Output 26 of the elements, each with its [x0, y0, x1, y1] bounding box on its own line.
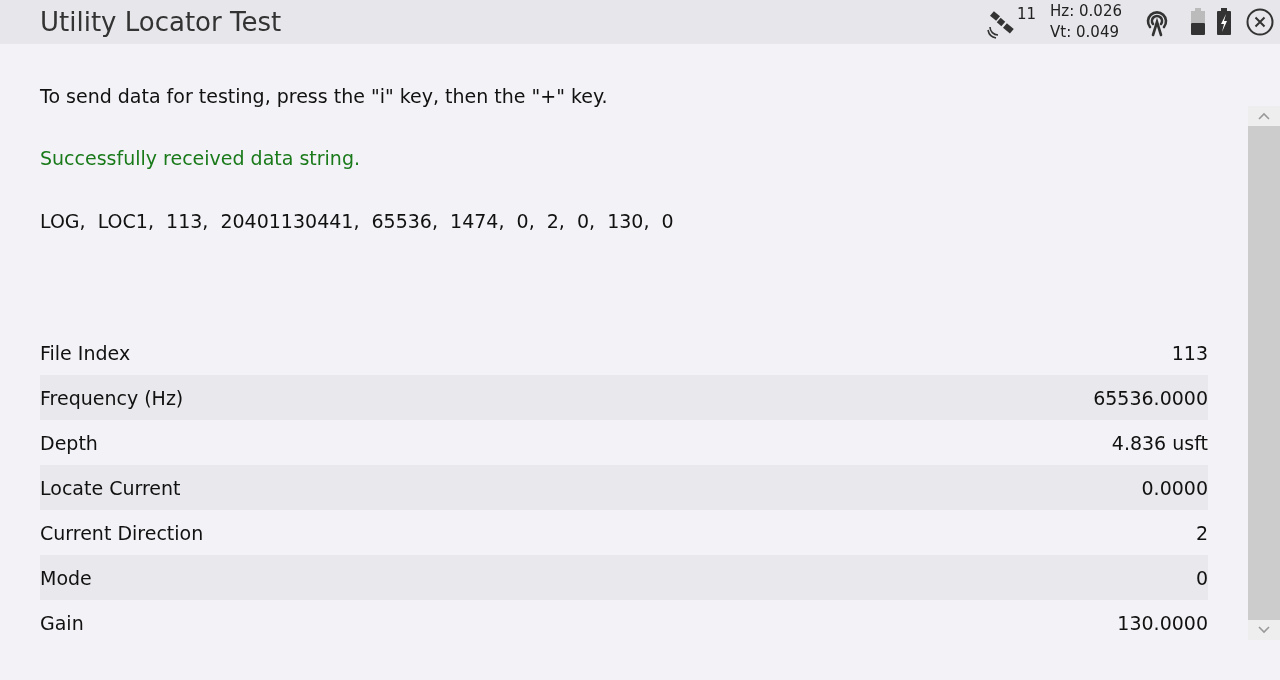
- status-message: Successfully received data string.: [40, 146, 361, 171]
- field-value: 0: [1195, 566, 1208, 589]
- charging-battery-icon: [1216, 7, 1232, 37]
- field-value: 113: [1171, 341, 1208, 364]
- field-value: 130.0000: [1117, 611, 1208, 634]
- scroll-up-icon[interactable]: [1258, 112, 1270, 120]
- field-label: Gain: [40, 611, 84, 634]
- field-label: File Index: [40, 341, 131, 364]
- field-value: 2: [1195, 521, 1208, 544]
- field-value: 0.0000: [1141, 476, 1208, 499]
- close-icon[interactable]: [1246, 8, 1274, 36]
- data-string: LOG, LOC1, 113, 20401130441, 65536, 1474, 0, 2, 0, 130, 0: [40, 209, 675, 234]
- field-label: Frequency (Hz): [40, 386, 184, 409]
- field-value: 65536.0000: [1093, 386, 1208, 409]
- instruction-text: To send data for testing, press the "i" key, then the "+" key.: [40, 84, 609, 109]
- vt-reading: Vt: 0.049: [1050, 22, 1120, 43]
- field-label: Current Direction: [40, 521, 204, 544]
- satellite-count: 11: [1017, 5, 1037, 23]
- field-label: Locate Current: [40, 476, 181, 499]
- field-value: 4.836 usft: [1111, 431, 1208, 454]
- field-label: Mode: [40, 566, 92, 589]
- hz-reading: Hz: 0.026: [1050, 1, 1122, 22]
- window-title: Utility Locator Test: [40, 7, 283, 37]
- field-label: Depth: [40, 431, 98, 454]
- scroll-down-icon[interactable]: [1258, 626, 1270, 634]
- battery-icon: [1190, 7, 1206, 37]
